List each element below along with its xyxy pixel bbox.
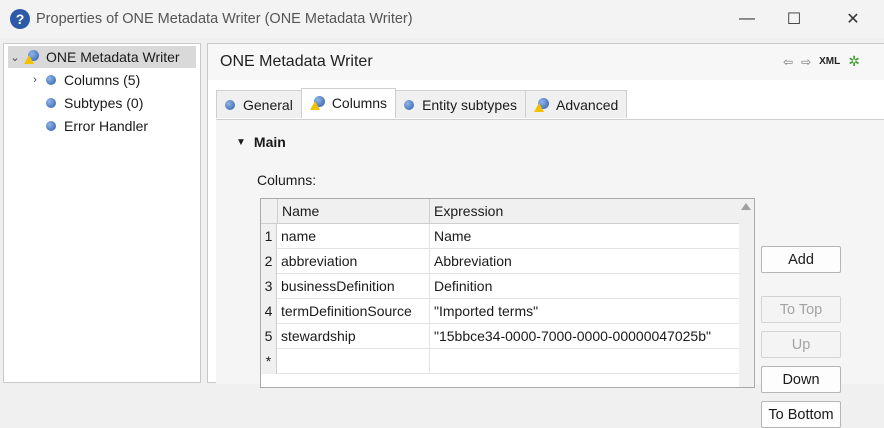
tab-columns[interactable]: Columns [300,88,397,117]
column-header-name[interactable]: Name [277,199,429,224]
tab-label: Columns [331,95,388,111]
triangle-down-icon: ▼ [236,136,246,148]
forward-arrow-icon[interactable]: ⇨ [801,55,811,69]
tab-entity-subtypes[interactable]: Entity subtypes [395,90,526,118]
down-button[interactable]: Down [761,366,841,393]
row-number: 2 [261,249,277,274]
maximize-button[interactable]: ☐ [771,4,817,34]
help-icon: ? [10,9,30,29]
table-row[interactable]: 2 abbreviation Abbreviation [261,249,739,274]
row-number: 3 [261,274,277,299]
tab-label: Advanced [556,96,619,113]
tree-item-root[interactable]: ⌄ ONE Metadata Writer [8,46,196,68]
tab-bar: General Columns Entity subtypes Advanced [216,88,628,118]
table-header: Name Expression [261,199,739,224]
to-top-button[interactable]: To Top [761,296,841,323]
minimize-button[interactable]: — [724,4,770,34]
up-button[interactable]: Up [761,331,841,358]
table-scrollbar[interactable] [739,199,754,387]
properties-panel: ONE Metadata Writer ⇦ ⇨ XML ✲ General Co… [207,43,884,428]
cell-expression[interactable]: "Imported terms" [429,299,739,324]
debug-icon[interactable]: ✲ [848,53,860,70]
tab-content: ▼ Main Columns: Name Expression 1 name N… [216,119,884,428]
row-number: 1 [261,224,277,249]
chevron-down-icon[interactable]: ⌄ [8,51,22,64]
table-row-new[interactable]: * [261,349,739,374]
header-toolbar: ⇦ ⇨ XML ✲ [783,53,860,70]
to-bottom-button[interactable]: To Bottom [761,401,841,428]
tree-item-label: Columns (5) [64,72,141,88]
window-title: Properties of ONE Metadata Writer (ONE M… [36,11,413,27]
cell-expression[interactable] [429,349,739,374]
warning-dot-icon [534,97,550,113]
close-button[interactable]: ✕ [830,4,876,34]
cell-name[interactable]: abbreviation [277,249,429,274]
blue-dot-icon [46,75,56,85]
chevron-right-icon[interactable]: › [28,74,42,86]
xml-icon[interactable]: XML [819,56,840,67]
warning-dot-icon [24,49,40,65]
properties-tree: ⌄ ONE Metadata Writer › Columns (5) Subt… [3,43,201,383]
row-number: * [261,349,277,374]
cell-expression[interactable]: Name [429,224,739,249]
row-number: 4 [261,299,277,324]
blue-dot-icon [225,99,235,110]
blue-dot-icon [46,121,56,131]
row-number: 5 [261,324,277,349]
tab-advanced[interactable]: Advanced [525,90,628,118]
panel-header: ONE Metadata Writer ⇦ ⇨ XML ✲ [208,44,884,80]
columns-label: Columns: [257,172,317,188]
cell-name[interactable]: termDefinitionSource [277,299,429,324]
table-row[interactable]: 1 name Name [261,224,739,249]
blue-dot-icon [404,99,415,110]
cell-name[interactable]: businessDefinition [277,274,429,299]
tab-label: General [243,96,293,113]
cell-expression[interactable]: "15bbce34-0000-7000-0000-00000047025b" [429,324,739,349]
cell-name[interactable]: stewardship [277,324,429,349]
cell-name[interactable] [277,349,429,374]
section-title: Main [253,134,286,150]
scroll-up-icon[interactable] [741,203,751,210]
tree-item-label: Error Handler [64,118,149,134]
table-row[interactable]: 4 termDefinitionSource "Imported terms" [261,299,739,324]
table-row[interactable]: 5 stewardship "15bbce34-0000-7000-0000-0… [261,324,739,349]
add-button[interactable]: Add [761,246,841,273]
blue-dot-icon [46,98,56,108]
cell-expression[interactable]: Definition [429,274,739,299]
panel-title: ONE Metadata Writer [220,53,373,70]
tab-label: Entity subtypes [422,96,517,113]
tab-general[interactable]: General [216,90,302,118]
tree-item-label: Subtypes (0) [64,95,144,111]
column-header-expression[interactable]: Expression [429,199,739,224]
columns-table: Name Expression 1 name Name 2 abbreviati… [260,198,755,388]
table-row[interactable]: 3 businessDefinition Definition [261,274,739,299]
tree-item-columns[interactable]: › Columns (5) [28,69,140,91]
title-bar: ? Properties of ONE Metadata Writer (ONE… [0,0,884,38]
cell-name[interactable]: name [277,224,429,249]
section-main-toggle[interactable]: ▼ Main [236,134,286,150]
tree-item-subtypes[interactable]: Subtypes (0) [42,92,143,114]
cell-expression[interactable]: Abbreviation [429,249,739,274]
tree-item-label: ONE Metadata Writer [46,49,180,65]
warning-dot-icon [309,95,326,111]
back-arrow-icon[interactable]: ⇦ [783,55,793,69]
tree-item-error-handler[interactable]: Error Handler [42,115,148,137]
